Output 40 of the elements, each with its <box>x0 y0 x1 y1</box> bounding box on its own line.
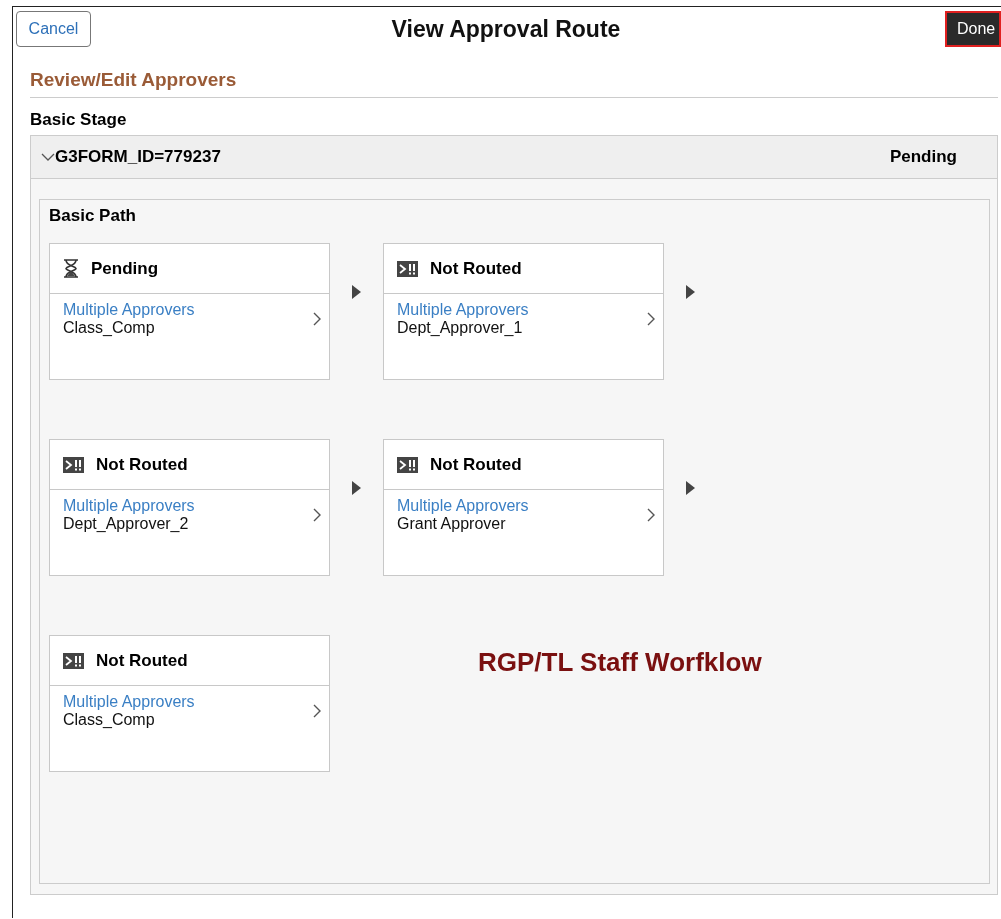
page-title: View Approval Route <box>391 15 621 43</box>
approver-name: Dept_Approver_2 <box>63 515 190 533</box>
step-card[interactable]: Not Routed Multiple Approvers Grant Approver <box>383 439 664 576</box>
step-card[interactable]: Not Routed Multiple Approvers Dept_Approver_2 <box>49 439 330 576</box>
path-label: Basic Path <box>49 206 137 226</box>
approvers-link[interactable]: Multiple Approvers <box>63 301 195 319</box>
approvers-link[interactable]: Multiple Approvers <box>397 497 529 515</box>
chevron-right-icon[interactable] <box>647 312 655 326</box>
stage-label: Basic Stage <box>30 110 128 130</box>
step-card[interactable]: Not Routed Multiple Approvers Class_Comp <box>49 635 330 772</box>
step-status: Not Routed <box>96 454 188 475</box>
approvers-link[interactable]: Multiple Approvers <box>63 497 195 515</box>
step-status: Pending <box>91 258 159 279</box>
done-button[interactable]: Done <box>945 11 1001 47</box>
approver-name: Grant Approver <box>397 515 507 533</box>
hourglass-icon <box>63 259 79 278</box>
approver-name: Class_Comp <box>63 711 156 729</box>
approver-name: Class_Comp <box>63 319 156 337</box>
chevron-right-icon[interactable] <box>647 508 655 522</box>
step-status: Not Routed <box>430 258 522 279</box>
chevron-right-icon[interactable] <box>313 704 321 718</box>
workflow-note: RGP/TL Staff Worfklow <box>478 647 762 678</box>
stage-header[interactable]: G3FORM_ID=779237 Pending <box>31 136 997 179</box>
cancel-button[interactable]: Cancel <box>16 11 91 47</box>
stage-name: G3FORM_ID=779237 <box>55 147 221 167</box>
section-title: Review/Edit Approvers <box>30 51 998 98</box>
step-card[interactable]: Not Routed Multiple Approvers Dept_Approver_1 <box>383 243 664 380</box>
not-routed-icon <box>397 456 418 473</box>
approver-name: Dept_Approver_1 <box>397 319 524 337</box>
step-card[interactable]: Pending Multiple Approvers Class_Comp <box>49 243 330 380</box>
approvers-link[interactable]: Multiple Approvers <box>63 693 195 711</box>
chevron-right-icon[interactable] <box>313 508 321 522</box>
chevron-right-icon[interactable] <box>313 312 321 326</box>
stage-status: Pending <box>889 147 957 167</box>
step-status: Not Routed <box>430 454 522 475</box>
not-routed-icon <box>63 652 84 669</box>
approvers-link[interactable]: Multiple Approvers <box>397 301 529 319</box>
step-status: Not Routed <box>96 650 188 671</box>
not-routed-icon <box>397 260 418 277</box>
not-routed-icon <box>63 456 84 473</box>
